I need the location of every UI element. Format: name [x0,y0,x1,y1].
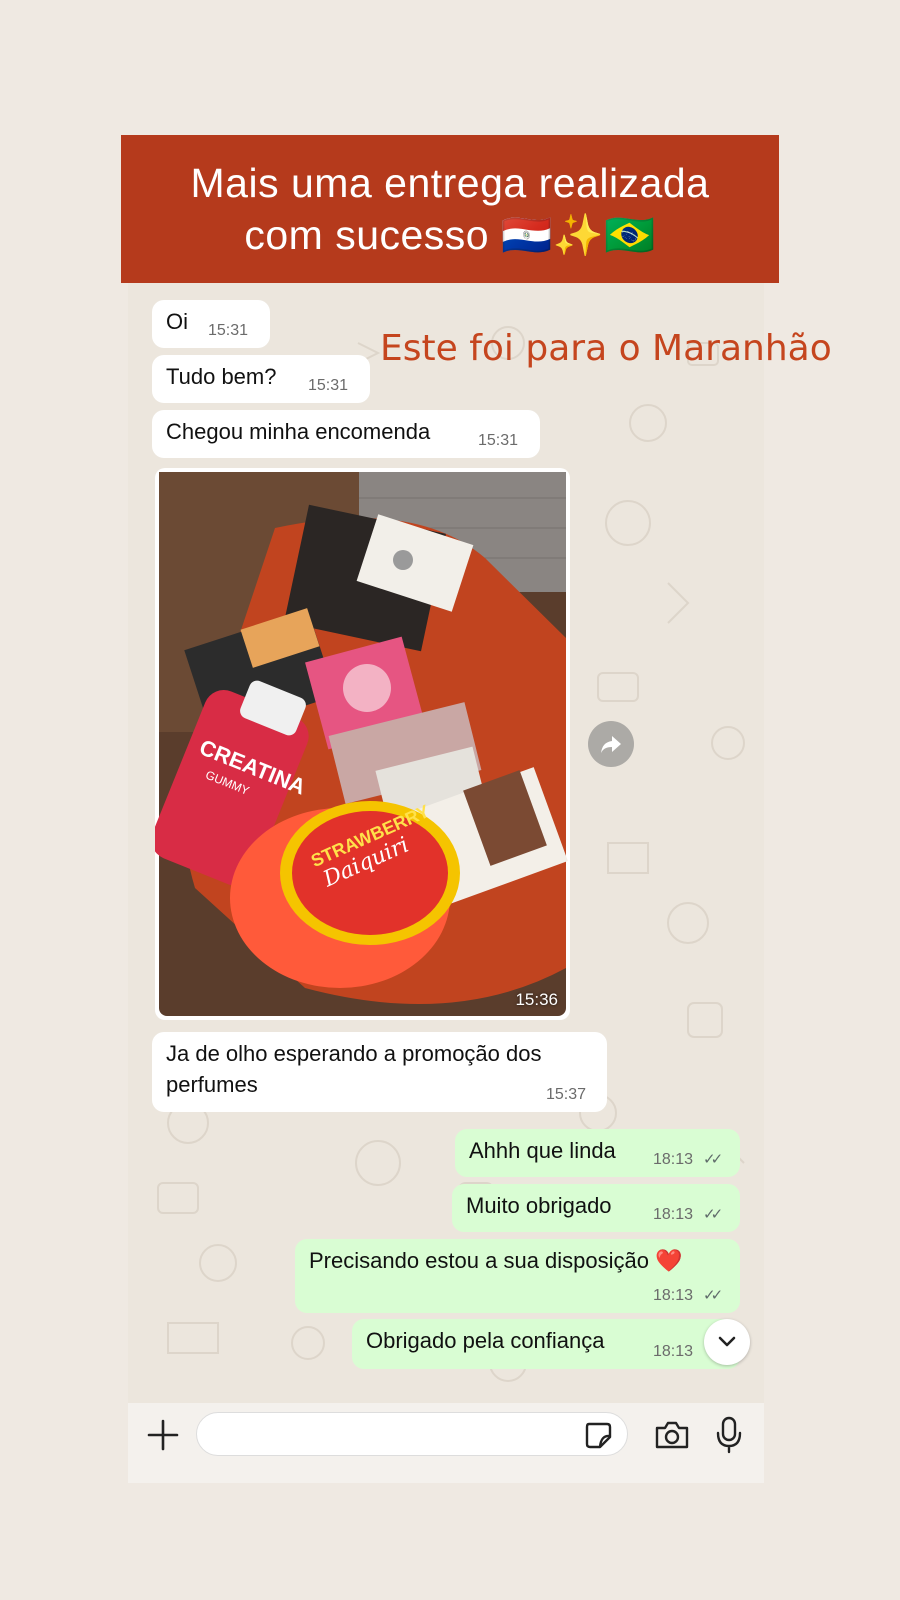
chevron-down-icon [718,1336,736,1347]
message-text: Ja de olho esperando a promoção dos [166,1041,542,1066]
message-text: Precisando estou a sua disposição ❤️ [309,1248,683,1273]
scroll-down-button[interactable] [704,1319,750,1365]
product-photo: CREATINA GUMMY STRAWBERRY Daiquiri [155,472,568,1016]
message-bubble-in[interactable]: Chegou minha encomenda 15:31 [152,410,540,458]
message-bubble-in[interactable]: Oi 15:31 [152,300,270,348]
message-text: Muito obrigado [466,1193,612,1218]
plus-icon[interactable] [146,1418,180,1452]
message-bubble-in[interactable]: Tudo bem? 15:31 [152,355,370,403]
double-check-icon: ✓✓ [703,1151,723,1168]
message-time: 18:13 [653,1287,694,1304]
message-time: 18:13 [653,1206,694,1223]
message-time: 18:13 [653,1151,694,1168]
photo-time: 15:36 [515,990,558,1009]
photo-message[interactable]: CREATINA GUMMY STRAWBERRY Daiquiri 15:36 [155,468,570,1020]
overlay-caption: Este foi para o Maranhão [380,328,832,369]
double-check-icon: ✓✓ [703,1287,723,1304]
banner-line-2: com sucesso 🇵🇾✨🇧🇷 [244,212,656,258]
message-time: 18:13 [653,1343,694,1360]
camera-icon[interactable] [654,1420,690,1450]
message-time: 15:31 [478,432,519,449]
double-check-icon: ✓✓ [703,1206,723,1223]
message-text: Oi [166,309,188,334]
microphone-icon[interactable] [714,1416,744,1454]
message-text: Obrigado pela confiança [366,1328,605,1353]
message-input[interactable] [196,1412,628,1456]
message-bubble-out[interactable]: Obrigado pela confiança 18:13 [352,1319,740,1369]
message-bubble-out[interactable]: Precisando estou a sua disposição ❤️ 18:… [295,1239,740,1313]
message-text: Tudo bem? [166,364,277,389]
banner-line-1: Mais uma entrega realizada [190,160,710,206]
message-bubble-in[interactable]: Ja de olho esperando a promoção dos perf… [152,1032,607,1112]
message-bubble-out[interactable]: Ahhh que linda 18:13 ✓✓ [455,1129,740,1177]
message-time: 15:31 [208,322,249,339]
forward-arrow-icon [601,736,621,753]
message-bubble-out[interactable]: Muito obrigado 18:13 ✓✓ [452,1184,740,1232]
message-time: 15:37 [546,1086,587,1103]
message-text: Chegou minha encomenda [166,419,431,444]
sticker-icon[interactable] [584,1421,612,1449]
message-time: 15:31 [308,377,349,394]
message-text: Ahhh que linda [469,1138,616,1163]
promo-banner: Mais uma entrega realizada com sucesso 🇵… [121,135,779,283]
message-text-line-2: perfumes [166,1072,258,1097]
forward-button[interactable] [588,721,634,767]
